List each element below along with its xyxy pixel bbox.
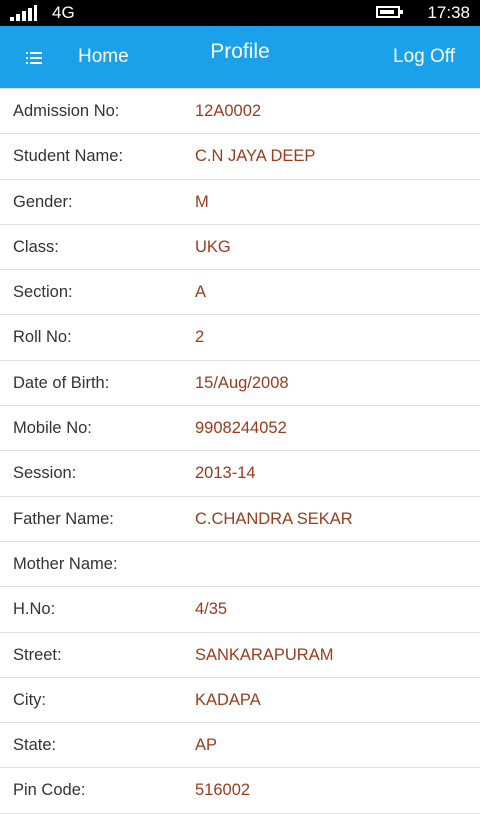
field-label: Father Name: [13, 509, 114, 528]
field-value: 12A0002 [195, 102, 262, 120]
field-value: SANKARAPURAM [195, 645, 334, 664]
field-label: Street: [13, 645, 62, 664]
field-value: C.N JAYA DEEP [195, 147, 316, 166]
profile-row: Date of Birth: 15/Aug/2008 [0, 361, 480, 407]
field-label: Mobile No: [13, 419, 92, 438]
field-value: 4/35 [195, 600, 228, 619]
field-value: M [195, 192, 209, 211]
field-label: Gender: [13, 192, 73, 211]
profile-row: Mother Name: [0, 542, 480, 588]
profile-row: Father Name: C.CHANDRA SEKAR [0, 497, 480, 542]
profile-row: Session: 2013-14 [0, 451, 480, 497]
profile-row: Gender: M [0, 180, 480, 225]
field-label: Date of Birth: [13, 373, 110, 392]
network-type: 4G [52, 3, 75, 22]
field-value: 9908244052 [195, 419, 287, 438]
profile-row: Pin Code: 516002 [0, 768, 480, 814]
profile-row: Section: A [0, 270, 480, 316]
field-value: A [195, 283, 207, 302]
profile-row: Student Name: C.N JAYA DEEP [0, 134, 480, 180]
field-label: Mother Name: [13, 554, 118, 573]
field-value: 15/Aug/2008 [195, 373, 289, 392]
log-off-button[interactable]: Log Off [393, 46, 455, 68]
field-label: Pin Code: [13, 781, 86, 800]
signal-icon [10, 5, 40, 21]
status-time: 17:38 [427, 3, 470, 22]
field-label: Roll No: [13, 328, 72, 347]
profile-row: State: AP [0, 723, 480, 769]
field-value: 2013-14 [195, 464, 256, 483]
field-label: Student Name: [13, 147, 124, 166]
field-label: Class: [13, 237, 59, 256]
field-label: City: [13, 690, 46, 709]
app-bar: Home Profile Log Off [0, 26, 480, 88]
profile-row: Class: UKG [0, 225, 480, 271]
field-label: Session: [13, 464, 77, 483]
profile-row: Street: SANKARAPURAM [0, 633, 480, 678]
field-value: KADAPA [195, 690, 261, 709]
profile-row: City: KADAPA [0, 678, 480, 724]
field-value: 2 [195, 328, 205, 347]
profile-row: Admission No: 12A0002 [0, 89, 480, 135]
field-label: Section: [13, 283, 73, 302]
profile-row: Mobile No: 9908244052 [0, 406, 480, 452]
status-bar: 4G 17:38 [0, 0, 480, 26]
field-label: Admission No: [13, 102, 120, 120]
field-value: 516002 [195, 781, 251, 800]
profile-list: Admission No: 12A0002 Student Name: C.N JAY… [0, 88, 480, 814]
field-value: UKG [195, 237, 231, 256]
battery-icon [376, 6, 403, 18]
profile-row: Roll No: 2 [0, 315, 480, 361]
field-value: C.CHANDRA SEKAR [195, 509, 353, 528]
field-value: AP [195, 736, 218, 755]
profile-row: H.No: 4/35 [0, 587, 480, 633]
field-label: H.No: [13, 600, 56, 619]
field-label: State: [13, 736, 57, 755]
